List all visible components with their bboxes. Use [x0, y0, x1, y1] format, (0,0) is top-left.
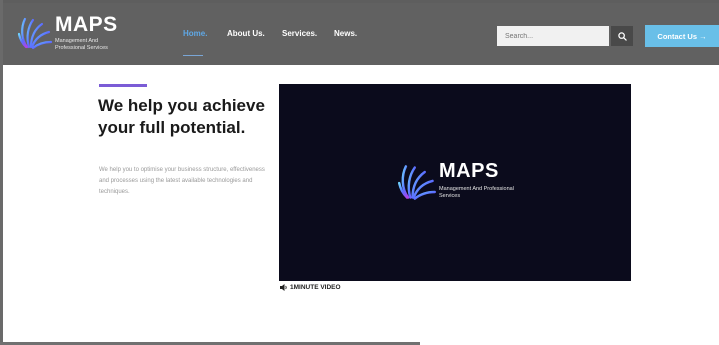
- video-caption-label: 1MINUTE VIDEO: [290, 284, 341, 291]
- video-logo: MAPS Management And Professional Service…: [397, 160, 527, 206]
- nav-services[interactable]: Services.: [282, 29, 317, 38]
- hero-title: We help you achieve your full potential.: [98, 96, 265, 137]
- hero-description: We help you to optimise your business st…: [99, 167, 265, 195]
- video-logo-subtitle: Management And Professional Services: [439, 186, 514, 199]
- video-logo-wordmark: MAPS: [439, 160, 499, 182]
- nav-active-underline: [183, 55, 203, 56]
- contact-us-button[interactable]: Contact Us →: [645, 25, 719, 47]
- nav-home[interactable]: Home.: [183, 29, 207, 38]
- hero-accent-bar: [99, 84, 147, 87]
- nav-about-us[interactable]: About Us.: [227, 29, 265, 38]
- intro-video-player[interactable]: MAPS Management And Professional Service…: [279, 84, 631, 281]
- logo-subtitle: Management And Professional Services: [55, 38, 108, 51]
- speaker-icon: [280, 284, 287, 291]
- site-header: MAPS Management And Professional Service…: [3, 3, 719, 65]
- logo-wordmark: MAPS: [55, 13, 118, 36]
- video-caption[interactable]: 1MINUTE VIDEO: [280, 284, 341, 291]
- search-icon: [617, 31, 627, 41]
- lotus-logo-icon: [17, 17, 53, 50]
- search-button[interactable]: [611, 26, 633, 46]
- lotus-logo-icon: [398, 165, 436, 200]
- site-logo[interactable]: MAPS Management And Professional Service…: [17, 13, 127, 57]
- search-input[interactable]: [497, 26, 609, 46]
- nav-news[interactable]: News.: [334, 29, 357, 38]
